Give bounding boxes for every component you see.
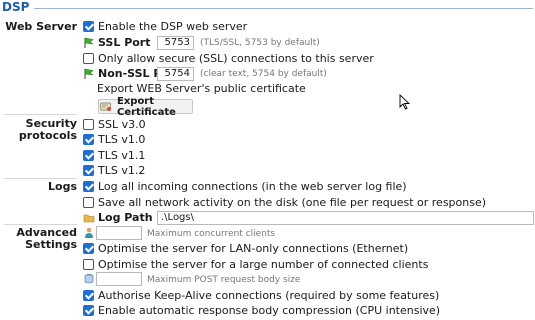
only-secure-option[interactable]: Only allow secure (SSL) connections to t… xyxy=(83,51,374,66)
log-path-label: Log Path xyxy=(98,211,153,224)
tls-v1-1-label: TLS v1.1 xyxy=(98,149,146,162)
label-advanced-line2: Settings xyxy=(25,238,77,251)
separator xyxy=(4,224,77,225)
ssl-port-row: SSL Port xyxy=(83,35,151,50)
mouse-cursor-icon xyxy=(399,94,411,110)
save-all-checkbox[interactable] xyxy=(83,197,94,208)
large-number-label: Optimise the server for a large number o… xyxy=(98,258,429,271)
ssl-port-hint: (TLS/SSL, 5753 by default) xyxy=(200,38,320,48)
separator xyxy=(4,114,77,115)
enable-web-server-checkbox[interactable] xyxy=(83,21,94,32)
only-secure-checkbox[interactable] xyxy=(83,53,94,64)
keep-alive-option[interactable]: Authorise Keep-Alive connections (requir… xyxy=(83,288,439,303)
save-all-label: Save all network activity on the disk (o… xyxy=(98,196,487,209)
non-ssl-port-hint: (clear text, 5754 by default) xyxy=(200,69,327,79)
tls-v1-0-checkbox[interactable] xyxy=(83,134,94,145)
lan-only-checkbox[interactable] xyxy=(83,243,94,254)
flag-icon xyxy=(84,68,94,79)
log-all-label: Log all incoming connections (in the web… xyxy=(98,180,407,193)
database-icon xyxy=(84,274,94,284)
lan-only-option[interactable]: Optimise the server for LAN-only connect… xyxy=(83,241,408,256)
enable-web-server-label: Enable the DSP web server xyxy=(98,20,248,33)
max-clients-hint: Maximum concurrent clients xyxy=(147,229,276,239)
section-title: DSP xyxy=(2,0,30,14)
protocol-tls-v1-1[interactable]: TLS v1.1 xyxy=(83,148,145,163)
keep-alive-label: Authorise Keep-Alive connections (requir… xyxy=(98,289,440,302)
label-advanced-settings: Advanced Settings xyxy=(16,227,77,251)
separator xyxy=(4,178,77,179)
folder-icon xyxy=(83,214,95,222)
keep-alive-checkbox[interactable] xyxy=(83,290,94,301)
max-post-input[interactable] xyxy=(96,272,142,286)
non-ssl-port-input[interactable]: 5754 xyxy=(157,67,194,81)
ssl-v3-checkbox[interactable] xyxy=(83,119,94,130)
protocol-ssl-v3[interactable]: SSL v3.0 xyxy=(83,117,146,132)
label-security-protocols: Security protocols xyxy=(19,118,77,142)
ssl-port-input[interactable]: 5753 xyxy=(157,36,194,50)
compression-label: Enable automatic response body compressi… xyxy=(98,304,441,317)
large-number-option[interactable]: Optimise the server for a large number o… xyxy=(83,257,428,272)
compression-option[interactable]: Enable automatic response body compressi… xyxy=(83,303,440,318)
export-certificate-text: Export WEB Server's public certificate xyxy=(97,82,306,95)
enable-web-server-option[interactable]: Enable the DSP web server xyxy=(83,19,247,34)
save-all-option[interactable]: Save all network activity on the disk (o… xyxy=(83,195,486,210)
max-clients-input[interactable] xyxy=(96,226,142,240)
max-post-hint: Maximum POST request body size xyxy=(147,275,301,285)
tls-v1-0-label: TLS v1.0 xyxy=(98,133,146,146)
ssl-port-label: SSL Port xyxy=(98,36,151,49)
only-secure-label: Only allow secure (SSL) connections to t… xyxy=(98,52,374,65)
tls-v1-2-checkbox[interactable] xyxy=(83,165,94,176)
protocol-tls-v1-0[interactable]: TLS v1.0 xyxy=(83,132,145,147)
section-divider xyxy=(34,8,533,9)
tls-v1-2-label: TLS v1.2 xyxy=(98,164,146,177)
log-all-checkbox[interactable] xyxy=(83,181,94,192)
export-certificate-button-label: Export Certificate xyxy=(117,95,176,118)
tls-v1-1-checkbox[interactable] xyxy=(83,150,94,161)
flag-icon xyxy=(84,37,94,48)
compression-checkbox[interactable] xyxy=(83,305,94,316)
log-path-row: Log Path xyxy=(83,210,153,225)
label-security-line2: protocols xyxy=(18,129,77,142)
label-web-server: Web Server xyxy=(5,20,77,33)
person-icon xyxy=(85,227,93,238)
log-all-option[interactable]: Log all incoming connections (in the web… xyxy=(83,179,407,194)
export-certificate-button[interactable]: Export Certificate xyxy=(98,96,193,118)
label-logs: Logs xyxy=(48,180,77,193)
ssl-v3-label: SSL v3.0 xyxy=(98,118,146,131)
lan-only-label: Optimise the server for LAN-only connect… xyxy=(98,242,409,255)
log-path-input[interactable]: .\Logs\ xyxy=(157,211,534,225)
large-number-checkbox[interactable] xyxy=(83,259,94,270)
certificate-icon xyxy=(100,102,111,111)
protocol-tls-v1-2[interactable]: TLS v1.2 xyxy=(83,163,145,178)
